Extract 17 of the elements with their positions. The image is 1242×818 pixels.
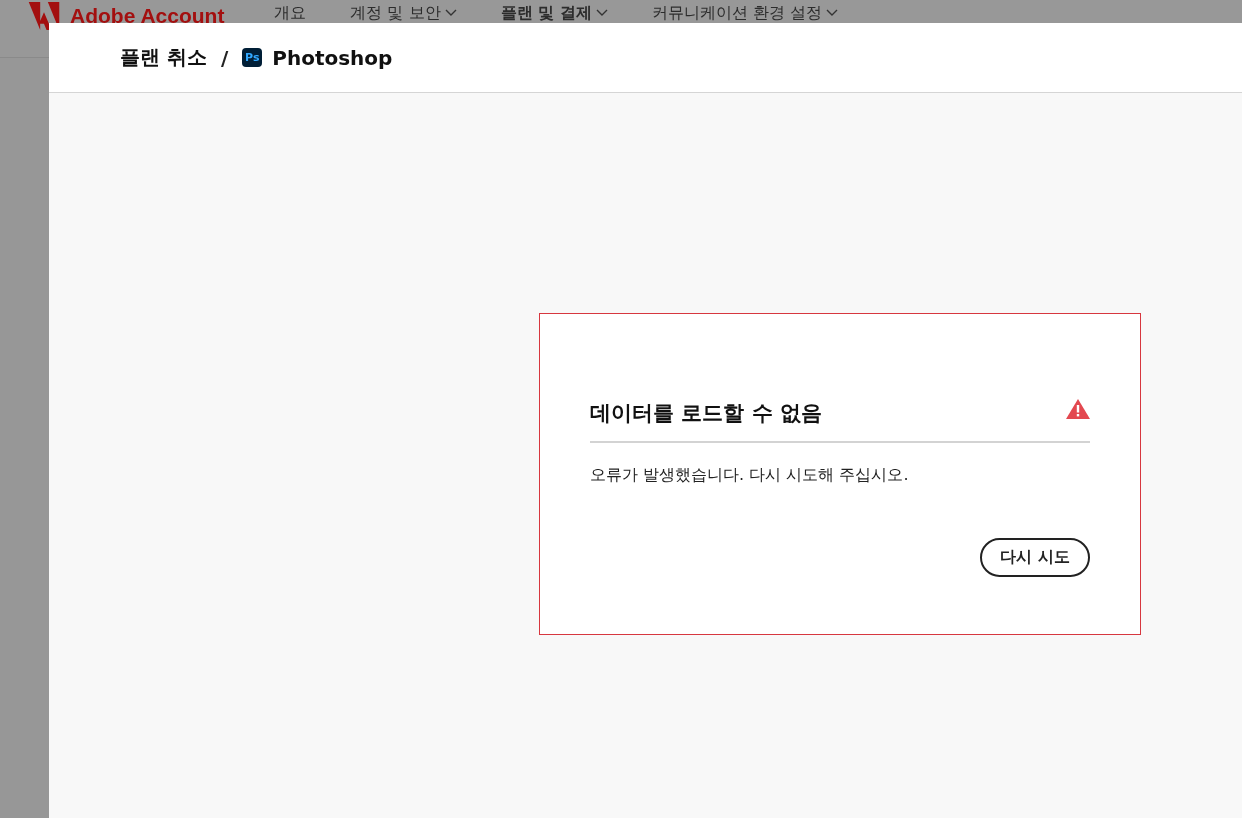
retry-button[interactable]: 다시 시도 bbox=[980, 538, 1090, 577]
app-badge: Ps bbox=[242, 48, 263, 67]
warning-icon bbox=[1066, 399, 1090, 419]
nav-tab[interactable]: 계정 및 보안 bbox=[350, 4, 457, 22]
nav-tab[interactable]: 플랜 및 결제 bbox=[500, 4, 608, 22]
breadcrumb-current: Photoshop bbox=[272, 45, 393, 70]
caret-icon bbox=[825, 9, 838, 17]
nav-tab[interactable]: 커뮤니케이션 환경 설정 bbox=[651, 4, 838, 22]
nav-tab[interactable]: 개요 bbox=[274, 4, 307, 22]
error-message: 오류가 발생했습니다. 다시 시도해 주십시오. bbox=[590, 465, 910, 486]
error-title: 데이터를 로드할 수 없음 bbox=[590, 400, 822, 427]
caret-icon bbox=[444, 9, 457, 17]
breadcrumb-link[interactable]: 플랜 취소 bbox=[120, 44, 207, 71]
logo-icon bbox=[28, 2, 60, 30]
caret-icon bbox=[595, 9, 608, 17]
app-logo-text[interactable]: Adobe Account bbox=[70, 6, 225, 26]
breadcrumb-separator: / bbox=[220, 45, 229, 70]
